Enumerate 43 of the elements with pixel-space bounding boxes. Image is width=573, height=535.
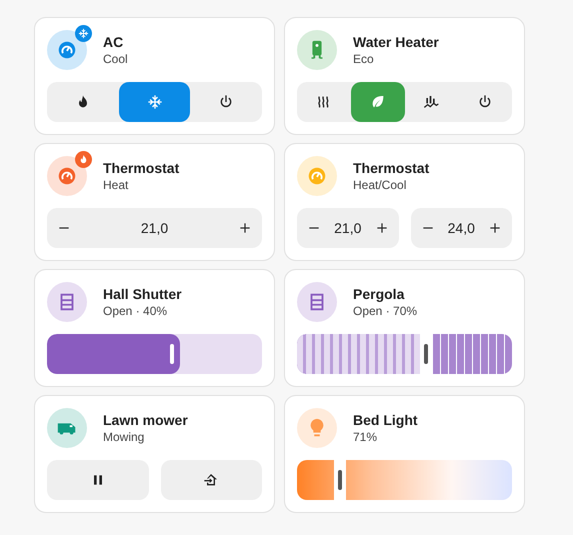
device-state: Heat/Cool [353, 177, 408, 193]
device-state: Cool [103, 51, 128, 67]
power-icon [218, 94, 234, 110]
brightness-slider[interactable] [297, 460, 512, 500]
power-icon [477, 94, 494, 110]
leaf-icon [370, 94, 386, 110]
snowflake-icon [146, 94, 162, 110]
snowflake-icon [78, 28, 89, 39]
mode-button[interactable] [350, 82, 404, 122]
device-name: Thermostat [353, 159, 430, 177]
position-slider[interactable] [297, 334, 512, 374]
device-name: Lawn mower [103, 411, 188, 429]
target-temperature: 21,0 [140, 218, 168, 238]
position-slider[interactable] [47, 334, 262, 374]
device-state: Mowing [103, 429, 146, 445]
device-icon-background[interactable] [297, 30, 337, 70]
target-temperature: 21,0 [334, 218, 362, 238]
device-state: Heat [103, 177, 130, 193]
plus-icon [488, 221, 502, 235]
device-state: Eco [353, 51, 375, 67]
plus-icon [238, 221, 252, 235]
device-state: 71% [353, 429, 378, 445]
device-icon-background[interactable] [297, 282, 337, 322]
device-name: Thermostat [103, 159, 180, 177]
device-icon-background[interactable] [47, 30, 87, 70]
device-name: AC [103, 33, 124, 51]
device-name: Water Heater [353, 33, 439, 51]
device-icon-background[interactable] [47, 408, 87, 448]
mode-button[interactable] [118, 82, 190, 122]
device-icon-background[interactable] [47, 282, 87, 322]
target-temperature: 24,0 [448, 218, 475, 238]
device-name: Bed Light [353, 411, 418, 429]
device-icon-background[interactable] [47, 156, 87, 196]
plus-icon [374, 221, 388, 235]
device-icon-background[interactable] [297, 408, 337, 448]
device-state: Open · 40% [103, 303, 168, 319]
home-arrow-icon [203, 472, 220, 488]
device-name: Hall Shutter [103, 285, 182, 303]
flame-icon [78, 154, 89, 165]
slider-handle[interactable] [170, 344, 174, 364]
chart-wave-icon [423, 94, 440, 110]
device-state: Open · 70% [353, 303, 418, 319]
device-name: Pergola [353, 285, 406, 303]
